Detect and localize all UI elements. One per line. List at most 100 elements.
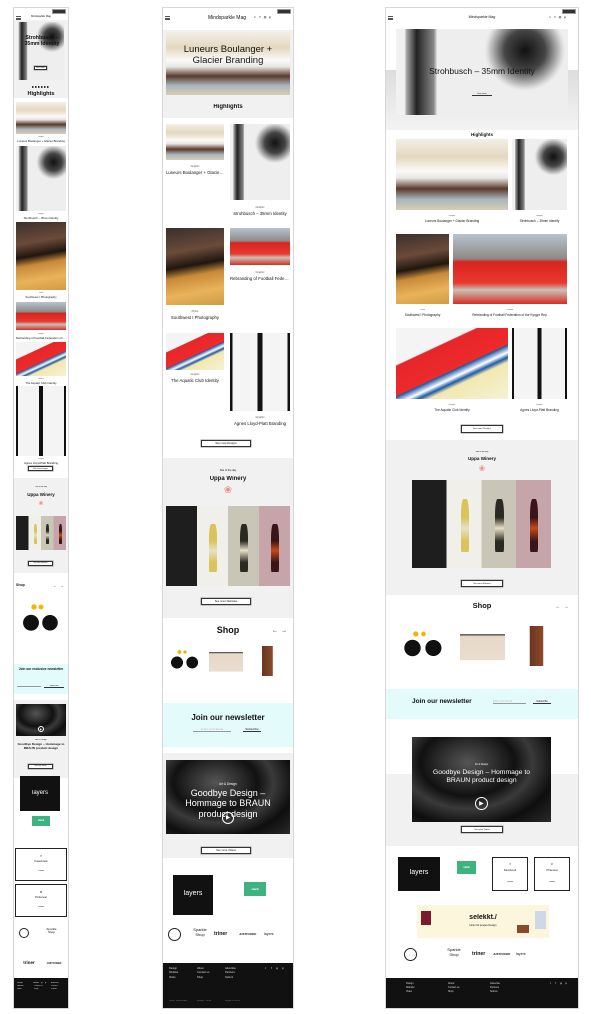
item-title[interactable]: Agnes Lloyd-Platt Branding <box>230 421 290 426</box>
layers-logo[interactable]: layers <box>264 932 284 936</box>
shop-prev-arrow[interactable]: ← <box>554 604 562 610</box>
highlight-card[interactable] <box>396 328 508 399</box>
see-more-websites-button[interactable]: See more Websites <box>461 580 503 587</box>
shop-product-bag[interactable] <box>209 646 243 676</box>
site-of-the-day-badge[interactable] <box>277 9 291 14</box>
facebook-icon[interactable]: f <box>553 982 558 985</box>
triner-logo[interactable]: triner <box>214 931 238 937</box>
hero-title[interactable]: Strohbusch – 35mm Identity <box>386 66 578 76</box>
justcoded-logo[interactable]: JUSTCODED <box>42 962 66 965</box>
justcoded-logo[interactable]: JUSTCODED <box>239 932 263 936</box>
item-title[interactable]: Rebranding of Football Federation of the… <box>16 336 66 340</box>
footer-link[interactable]: Submit <box>225 976 254 979</box>
highlight-card[interactable] <box>230 333 290 411</box>
layers-ad[interactable]: layers <box>20 776 60 811</box>
footer-link[interactable]: Video <box>169 976 198 979</box>
footer-credit[interactable]: Legal & Terms <box>225 1000 258 1002</box>
footer-link[interactable]: Partners <box>225 971 254 974</box>
mindsparkle-seal-logo[interactable] <box>168 928 182 942</box>
play-button[interactable]: ▶ <box>222 811 234 824</box>
shop-prev-arrow[interactable]: ← <box>271 628 279 634</box>
footer-link[interactable]: Advertise <box>225 967 254 970</box>
site-title[interactable]: Mindsparkle Mag <box>201 15 253 21</box>
email-input[interactable]: Enter your Email <box>193 727 231 732</box>
shop-next-arrow[interactable]: → <box>59 583 65 588</box>
layers-ad[interactable]: layers <box>398 857 440 891</box>
highlight-card[interactable] <box>16 146 66 211</box>
footer-link[interactable]: Website <box>406 986 448 989</box>
highlight-card[interactable] <box>166 333 224 370</box>
highlight-card[interactable] <box>16 302 66 330</box>
pinterest-follow-box[interactable] <box>15 884 67 917</box>
hero-image[interactable] <box>16 22 64 80</box>
facebook-icon[interactable]: f <box>258 15 262 19</box>
footer-link[interactable]: About <box>448 982 490 985</box>
hero-title[interactable]: Strohbusch – 35mm Identity <box>20 35 64 48</box>
footer-link[interactable]: Video <box>406 990 448 993</box>
twitter-icon[interactable]: t <box>548 982 553 985</box>
highlight-card[interactable] <box>230 228 290 265</box>
footer-link[interactable]: Website <box>169 971 198 974</box>
pinterest-icon[interactable]: p <box>563 15 567 19</box>
subscribe-button[interactable]: Subscribe <box>44 685 64 688</box>
footer-credit[interactable]: Code: JustCoded <box>17 1003 31 1004</box>
item-title[interactable]: Strohbusch – 35mm Identity <box>512 219 567 223</box>
highlight-card[interactable] <box>166 124 224 160</box>
subscribe-button[interactable]: Subscribe <box>533 700 551 704</box>
site-title[interactable]: Mindsparkle Mag <box>441 15 523 19</box>
site-of-the-day-badge[interactable] <box>562 9 576 14</box>
see-more-designs-button[interactable]: See more Designs <box>201 440 251 447</box>
footer-link[interactable]: Advertise <box>490 982 532 985</box>
layers-ad[interactable]: layers <box>173 875 213 915</box>
facebook-icon[interactable]: f <box>269 967 274 970</box>
highlight-card[interactable] <box>512 328 567 399</box>
item-title[interactable]: Luneurs Boulanger + Glacier Branding <box>16 139 66 143</box>
item-title[interactable]: The Aquatic Club Identity <box>16 381 66 385</box>
footer-link[interactable]: Video <box>17 988 29 990</box>
highlight-card[interactable] <box>230 124 290 200</box>
pinterest-follow-button[interactable]: Follow <box>534 881 570 883</box>
footer-link[interactable]: Design <box>169 967 198 970</box>
site-of-the-day-image[interactable] <box>16 516 66 550</box>
sparkle-shop-logo[interactable]: Sparkle Shop <box>190 927 210 937</box>
twitter-icon[interactable]: t <box>263 967 268 970</box>
hero-see-more-button[interactable]: See more <box>472 92 492 96</box>
highlight-card[interactable] <box>166 228 224 305</box>
pinterest-icon[interactable]: p <box>268 15 272 19</box>
selekkt-ad[interactable]: selekkt./ Heim für junges Design <box>417 905 549 938</box>
see-more-websites-button[interactable]: See more Websites <box>201 598 251 605</box>
instagram-icon[interactable]: ◎ <box>558 15 562 19</box>
shop-product-bag[interactable] <box>460 626 505 666</box>
shop-product-sleeve[interactable] <box>251 646 287 676</box>
item-title[interactable]: Southwest I Photography <box>396 313 449 317</box>
item-title[interactable]: Agnes Lloyd-Platt Branding <box>16 461 66 465</box>
highlight-card[interactable] <box>512 139 567 210</box>
item-title[interactable]: Southwest I Photography <box>16 295 66 299</box>
footer-link[interactable]: Design <box>406 982 448 985</box>
item-title[interactable]: Rebranding of Football Federation of the… <box>453 313 567 317</box>
footer-link[interactable]: Shop <box>197 976 226 979</box>
email-input[interactable]: Enter your Email <box>493 700 526 704</box>
subscribe-button[interactable]: Subscribe <box>243 727 261 732</box>
highlight-card[interactable] <box>16 386 66 456</box>
footer-link[interactable]: Shop <box>448 990 490 993</box>
sparkle-shop-logo[interactable]: Sparkle Shop <box>444 947 464 957</box>
video-title[interactable]: Goodbye Design – Hommage to BRAUN produc… <box>17 742 65 750</box>
item-title[interactable]: The Aquatic Club Identity <box>166 378 224 383</box>
see-more-videos-button[interactable]: See more Videos <box>461 826 503 833</box>
facebook-follow-button[interactable]: Follow <box>15 870 67 872</box>
footer-link[interactable]: Shop <box>34 988 46 990</box>
footer-link[interactable]: Submit <box>490 990 532 993</box>
twitter-icon[interactable]: t <box>253 15 257 19</box>
shop-product-ping-pong[interactable] <box>16 598 66 643</box>
instagram-icon[interactable]: ◎ <box>274 967 279 970</box>
highlight-card[interactable] <box>396 139 508 210</box>
mindsparkle-seal-logo[interactable] <box>404 948 418 962</box>
footer-link[interactable]: Contact us <box>197 971 226 974</box>
instagram-icon[interactable]: ◎ <box>559 982 564 985</box>
facebook-icon[interactable]: f <box>553 15 557 19</box>
slack-ad[interactable]: slack <box>32 816 50 826</box>
see-more-videos-button[interactable]: See more Videos <box>201 847 251 854</box>
item-title[interactable]: Agnes Lloyd-Platt Branding <box>512 408 567 412</box>
item-title[interactable]: Luneurs Boulanger + Glacier Branding <box>166 170 224 175</box>
